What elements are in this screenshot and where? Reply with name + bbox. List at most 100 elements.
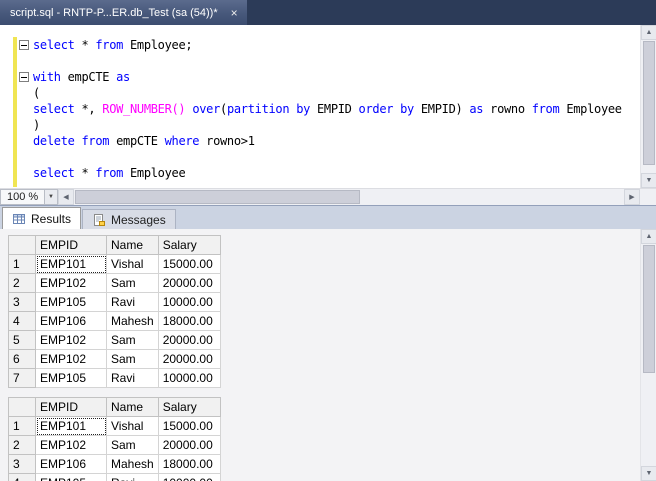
code-gutter: [0, 85, 33, 101]
grid-cell[interactable]: Vishal: [106, 254, 159, 274]
scroll-up-icon[interactable]: ▲: [641, 25, 656, 40]
results-vertical-scrollbar[interactable]: ▲ ▼: [640, 229, 656, 481]
grid-cell[interactable]: Sam: [106, 273, 159, 293]
grid-cell[interactable]: EMP102: [35, 435, 107, 455]
grid-cell[interactable]: Sam: [106, 330, 159, 350]
grid-cell[interactable]: 18000.00: [157, 311, 221, 331]
document-tab-title: script.sql - RNTP-P...ER.db_Test (sa (54…: [10, 6, 218, 19]
grid-row: 5 EMP102 Sam 20000.00: [8, 330, 221, 350]
scroll-left-icon[interactable]: ◀: [58, 189, 74, 205]
grid-row: 3 EMP106 Mahesh 18000.00: [8, 454, 221, 474]
code-text: (: [33, 86, 40, 100]
code-line[interactable]: select * from Employee: [0, 165, 639, 181]
tab-messages[interactable]: Messages: [82, 209, 176, 229]
zoom-control[interactable]: 100 % ▼: [0, 189, 58, 205]
column-header[interactable]: EMPID: [35, 235, 107, 255]
grid-cell[interactable]: EMP102: [35, 349, 107, 369]
scroll-down-icon[interactable]: ▼: [641, 466, 656, 481]
code-line[interactable]: delete from empCTE where rowno>1: [0, 133, 639, 149]
grid-cell[interactable]: 20000.00: [157, 349, 221, 369]
code-text: delete from empCTE where rowno>1: [33, 134, 255, 148]
grid-cell[interactable]: EMP102: [35, 273, 107, 293]
sql-editor[interactable]: select * from Employee; with empCTE as (se…: [0, 25, 656, 188]
grid-cell[interactable]: Ravi: [106, 473, 159, 481]
code-line[interactable]: [0, 149, 639, 165]
row-header[interactable]: 3: [8, 292, 36, 312]
column-header[interactable]: Name: [106, 397, 159, 417]
grid-cell[interactable]: 20000.00: [157, 435, 221, 455]
scrollbar-thumb[interactable]: [643, 41, 655, 165]
code-area[interactable]: select * from Employee; with empCTE as (se…: [0, 37, 639, 181]
editor-status-strip: 100 % ▼ ◀ ▶: [0, 188, 656, 205]
document-tab[interactable]: script.sql - RNTP-P...ER.db_Test (sa (54…: [0, 0, 247, 25]
grid-cell[interactable]: EMP106: [35, 454, 107, 474]
fold-collapse-icon[interactable]: [19, 72, 29, 82]
code-line[interactable]: (: [0, 85, 639, 101]
grid-cell[interactable]: 20000.00: [157, 330, 221, 350]
row-header[interactable]: 2: [8, 435, 36, 455]
grid-cell[interactable]: EMP102: [35, 330, 107, 350]
results-pane: EMPID Name Salary 1 EMP101 Vishal 15000.00 2 EMP…: [0, 229, 656, 481]
grid-cell[interactable]: EMP105: [35, 368, 107, 388]
code-line[interactable]: select *, ROW_NUMBER() over(partition by…: [0, 101, 639, 117]
grid-cell[interactable]: Vishal: [106, 416, 159, 436]
grid-cell[interactable]: 10000.00: [157, 292, 221, 312]
row-header[interactable]: 1: [8, 416, 36, 436]
column-header[interactable]: Name: [106, 235, 159, 255]
code-line[interactable]: with empCTE as: [0, 69, 639, 85]
grid-row: 3 EMP105 Ravi 10000.00: [8, 292, 221, 312]
row-header[interactable]: 6: [8, 349, 36, 369]
editor-horizontal-scrollbar[interactable]: ◀ ▶: [58, 189, 640, 205]
messages-icon: [92, 213, 106, 227]
close-tab-icon[interactable]: ×: [231, 7, 238, 19]
grid-cell[interactable]: 15000.00: [157, 416, 221, 436]
grid-cell[interactable]: EMP106: [35, 311, 107, 331]
row-header[interactable]: 3: [8, 454, 36, 474]
results-grid-icon: [12, 212, 26, 226]
grid-cell[interactable]: 15000.00: [157, 254, 221, 274]
row-header[interactable]: 4: [8, 473, 36, 481]
editor-vertical-scrollbar[interactable]: ▲ ▼: [640, 25, 656, 188]
code-gutter: [0, 165, 33, 181]
scrollbar-thumb[interactable]: [75, 190, 360, 204]
grid-cell[interactable]: Mahesh: [106, 454, 159, 474]
grid-cell[interactable]: Sam: [106, 435, 159, 455]
row-header[interactable]: 5: [8, 330, 36, 350]
chevron-down-icon[interactable]: ▼: [44, 190, 57, 204]
code-line[interactable]: select * from Employee;: [0, 37, 639, 53]
grid-cell[interactable]: 20000.00: [157, 273, 221, 293]
grid-cell[interactable]: EMP101: [35, 416, 107, 436]
code-line[interactable]: ): [0, 117, 639, 133]
code-gutter: [0, 149, 33, 165]
grid-cell[interactable]: Mahesh: [106, 311, 159, 331]
grid-corner[interactable]: [8, 397, 36, 417]
column-header[interactable]: Salary: [157, 235, 221, 255]
grid-cell[interactable]: EMP101: [35, 254, 107, 274]
grid-cell[interactable]: EMP105: [35, 473, 107, 481]
grid-cell[interactable]: 10000.00: [157, 473, 221, 481]
tab-label: Messages: [111, 212, 166, 227]
column-header[interactable]: EMPID: [35, 397, 107, 417]
row-header[interactable]: 4: [8, 311, 36, 331]
scroll-down-icon[interactable]: ▼: [641, 173, 656, 188]
grid-cell[interactable]: EMP105: [35, 292, 107, 312]
document-tab-bar: script.sql - RNTP-P...ER.db_Test (sa (54…: [0, 0, 656, 25]
row-header[interactable]: 2: [8, 273, 36, 293]
code-line[interactable]: [0, 53, 639, 69]
grid-cell[interactable]: Sam: [106, 349, 159, 369]
scrollbar-thumb[interactable]: [643, 245, 655, 373]
scroll-up-icon[interactable]: ▲: [641, 229, 656, 244]
row-header[interactable]: 1: [8, 254, 36, 274]
grid-corner[interactable]: [8, 235, 36, 255]
grid-cell[interactable]: 10000.00: [157, 368, 221, 388]
grid-cell[interactable]: Ravi: [106, 292, 159, 312]
fold-collapse-icon[interactable]: [19, 40, 29, 50]
grids-container: EMPID Name Salary 1 EMP101 Vishal 15000.00 2 EMP…: [8, 235, 656, 481]
column-header[interactable]: Salary: [157, 397, 221, 417]
tab-results[interactable]: Results: [2, 207, 82, 229]
scroll-right-icon[interactable]: ▶: [624, 189, 640, 205]
grid-cell[interactable]: Ravi: [106, 368, 159, 388]
grid-row: 2 EMP102 Sam 20000.00: [8, 435, 221, 455]
grid-cell[interactable]: 18000.00: [157, 454, 221, 474]
row-header[interactable]: 7: [8, 368, 36, 388]
